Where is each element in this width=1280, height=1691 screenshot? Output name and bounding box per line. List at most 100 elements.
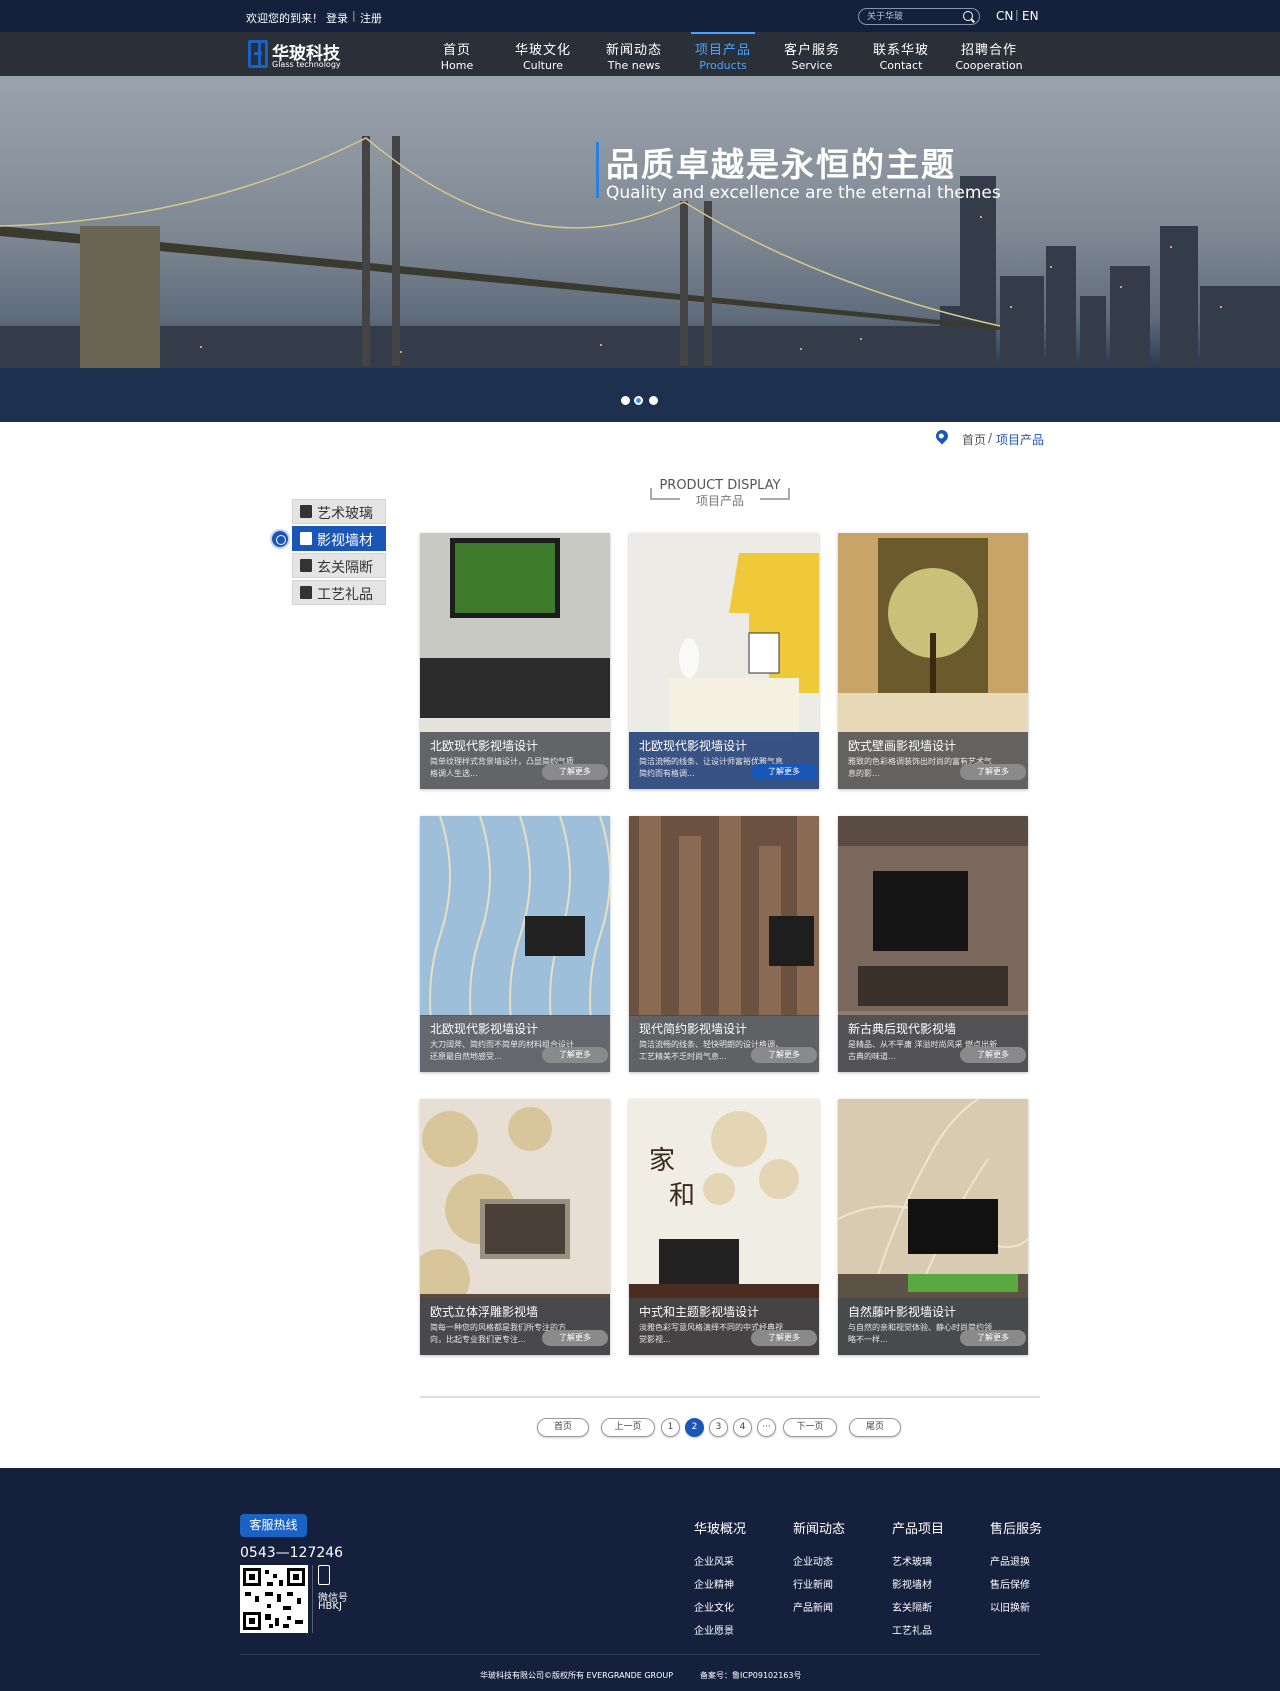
- footer-link[interactable]: 产品新闻: [793, 1599, 873, 1614]
- footer-heading: 产品项目: [892, 1522, 945, 1537]
- card-caption: 欧式壁画影视墙设计 雅致的色彩格调装饰出时尚的富有艺术气息的影...: [838, 732, 1028, 789]
- product-card[interactable]: 欧式立体浮雕影视墙 简每一种您的风格都是我们所专注的方向，比起专业我们更专注...…: [420, 1099, 610, 1355]
- nav-label: 首页: [442, 43, 471, 58]
- svg-text:家: 家: [649, 1146, 675, 1176]
- footer-link[interactable]: 产品退换: [990, 1553, 1070, 1568]
- learn-more-button[interactable]: 了解更多: [960, 764, 1026, 780]
- learn-more-button[interactable]: 了解更多: [542, 1047, 608, 1063]
- glass-icon: [300, 505, 312, 518]
- page-prev-button[interactable]: 上一页: [601, 1418, 655, 1437]
- product-card[interactable]: 新古典后现代影视墙 是精品、从不平庸 洋溢时尚风采 燃点出新古典的味道... 了解…: [838, 816, 1028, 1072]
- slide-dot-active[interactable]: [634, 396, 643, 405]
- footer-link[interactable]: 企业文化: [694, 1599, 774, 1614]
- sidebar-item-tv-wall[interactable]: 影视墙材: [292, 526, 386, 551]
- learn-more-button[interactable]: 了解更多: [960, 1047, 1026, 1063]
- product-card[interactable]: 北欧现代影视墙设计 简单纹理样式背景墙设计，凸显简约气质格调人生选... 了解更多: [420, 533, 610, 789]
- learn-more-button[interactable]: 了解更多: [751, 1047, 817, 1063]
- search-icon[interactable]: [963, 11, 973, 21]
- footer-link[interactable]: 玄关隔断: [892, 1599, 972, 1614]
- nav-label-en: Service: [791, 59, 833, 72]
- nav-label: 招聘合作: [960, 43, 1017, 58]
- learn-more-button[interactable]: 了解更多: [751, 764, 817, 780]
- nav-contact[interactable]: 联系华玻 Contact: [861, 39, 941, 72]
- sidebar-item-gifts[interactable]: 工艺礼品: [292, 580, 386, 605]
- footer-link[interactable]: 影视墙材: [892, 1576, 972, 1591]
- product-card[interactable]: 自然藤叶影视墙设计 与自然的亲和视觉体验、静心时尚简约领略不一样... 了解更多: [838, 1099, 1028, 1355]
- copyright-text: 华玻科技有限公司©版权所有 EVERGRANDE GROUP: [480, 1671, 674, 1680]
- card-title: 中式和主题影视墙设计: [639, 1305, 760, 1319]
- nav-label-en: Products: [699, 59, 747, 72]
- nav-cooperation[interactable]: 招聘合作 Cooperation: [949, 39, 1029, 72]
- sidebar-item-art-glass[interactable]: 艺术玻璃: [292, 499, 386, 524]
- product-card[interactable]: 北欧现代影视墙设计 简洁流畅的线条、让设计师富裕优雅气息简约而有格调... 了解更…: [629, 533, 819, 789]
- slide-dot[interactable]: [649, 396, 658, 405]
- footer-column-news: 新闻动态 企业动态 行业新闻 产品新闻: [793, 1518, 873, 1622]
- search-input[interactable]: [867, 10, 957, 23]
- learn-more-button[interactable]: 了解更多: [960, 1330, 1026, 1346]
- card-caption: 北欧现代影视墙设计 大刀阔斧、简约而不简单的材料组合设计还原最自然地感受...: [420, 1015, 610, 1072]
- sidebar-item-label: 玄关隔断: [317, 560, 373, 576]
- page-first-button[interactable]: 首页: [537, 1418, 589, 1437]
- product-card[interactable]: 现代简约影视墙设计 简洁流畅的线条、轻快明朗的设计格调，工艺精美不乏时尚气息...…: [629, 816, 819, 1072]
- product-card[interactable]: 北欧现代影视墙设计 大刀阔斧、简约而不简单的材料组合设计还原最自然地感受... 了…: [420, 816, 610, 1072]
- nav-home[interactable]: 首页 Home: [417, 39, 497, 72]
- footer-link[interactable]: 企业动态: [793, 1553, 873, 1568]
- gift-icon: [300, 586, 312, 599]
- logo[interactable]: 华玻科技 Glass technology: [248, 38, 358, 70]
- bridge-city-image: [0, 136, 1280, 422]
- page-number[interactable]: 3: [709, 1418, 728, 1437]
- card-title: 自然藤叶影视墙设计: [848, 1305, 957, 1319]
- card-title: 欧式立体浮雕影视墙: [430, 1305, 539, 1319]
- learn-more-button[interactable]: 了解更多: [542, 764, 608, 780]
- page-last-button[interactable]: 尾页: [849, 1418, 901, 1437]
- breadcrumb-home[interactable]: 首页: [962, 431, 986, 448]
- phone-icon: [318, 1565, 330, 1585]
- divider: [240, 1654, 1040, 1655]
- nav-culture[interactable]: 华玻文化 Culture: [503, 39, 583, 72]
- login-link[interactable]: 登录: [326, 10, 348, 26]
- nav-news[interactable]: 新闻动态 The news: [594, 39, 674, 72]
- learn-more-button[interactable]: 了解更多: [751, 1330, 817, 1346]
- sidebar-item-partition[interactable]: 玄关隔断: [292, 553, 386, 578]
- sidebar-item-label: 工艺礼品: [317, 587, 373, 603]
- footer-link[interactable]: 工艺礼品: [892, 1622, 972, 1637]
- hero-banner: 品质卓越是永恒的主题 Quality and excellence are th…: [0, 76, 1280, 422]
- lang-en-link[interactable]: EN: [1022, 9, 1039, 23]
- register-link[interactable]: 注册: [360, 10, 382, 26]
- footer-link[interactable]: 企业精神: [694, 1576, 774, 1591]
- page-number[interactable]: 4: [733, 1418, 752, 1437]
- top-bar: 欢迎您的到来！ 登录 | 注册 CN | EN: [0, 0, 1280, 32]
- nav-label: 联系华玻: [872, 43, 929, 58]
- nav-label-en: Contact: [879, 59, 923, 72]
- product-card[interactable]: 欧式壁画影视墙设计 雅致的色彩格调装饰出时尚的富有艺术气息的影... 了解更多: [838, 533, 1028, 789]
- nav-products[interactable]: 项目产品 Products: [683, 32, 763, 72]
- footer-link[interactable]: 行业新闻: [793, 1576, 873, 1591]
- footer-link[interactable]: 售后保修: [990, 1576, 1070, 1591]
- footer-link[interactable]: 以旧换新: [990, 1599, 1070, 1614]
- breadcrumb-sep: /: [988, 431, 993, 445]
- footer: 客服热线 0543—127246 微信号 HBKJ 华玻概况 企业风采 企业精神…: [0, 1468, 1280, 1691]
- footer-link[interactable]: 企业愿景: [694, 1622, 774, 1637]
- page-ellipsis[interactable]: ···: [757, 1418, 776, 1437]
- footer-heading: 新闻动态: [793, 1522, 846, 1537]
- heading-bracket: [760, 488, 790, 500]
- product-card[interactable]: 家和 中式和主题影视墙设计 淡雅色彩写意风格演绎不同的中式经典视觉影视... 了解…: [629, 1099, 819, 1355]
- search-box: [858, 8, 980, 25]
- learn-more-button[interactable]: 了解更多: [542, 1330, 608, 1346]
- location-pin-icon: [933, 427, 951, 445]
- page-number-current[interactable]: 2: [685, 1418, 704, 1437]
- footer-link[interactable]: 艺术玻璃: [892, 1553, 972, 1568]
- page-next-button[interactable]: 下一页: [783, 1418, 837, 1437]
- slide-dot[interactable]: [621, 396, 630, 405]
- page-number[interactable]: 1: [661, 1418, 680, 1437]
- logo-subtext: Glass technology: [272, 60, 341, 69]
- qr-code-image: [243, 1568, 305, 1630]
- nav-service[interactable]: 客户服务 Service: [772, 39, 852, 72]
- footer-link[interactable]: 企业风采: [694, 1553, 774, 1568]
- breadcrumb-current[interactable]: 项目产品: [996, 431, 1044, 448]
- card-caption: 现代简约影视墙设计 简洁流畅的线条、轻快明朗的设计格调，工艺精美不乏时尚气息...: [629, 1015, 819, 1072]
- lang-cn-link[interactable]: CN: [996, 9, 1013, 23]
- logo-icon: [248, 40, 268, 68]
- main-nav: 华玻科技 Glass technology 首页 Home 华玻文化 Culture…: [0, 32, 1280, 76]
- card-title: 北欧现代影视墙设计: [430, 1022, 539, 1036]
